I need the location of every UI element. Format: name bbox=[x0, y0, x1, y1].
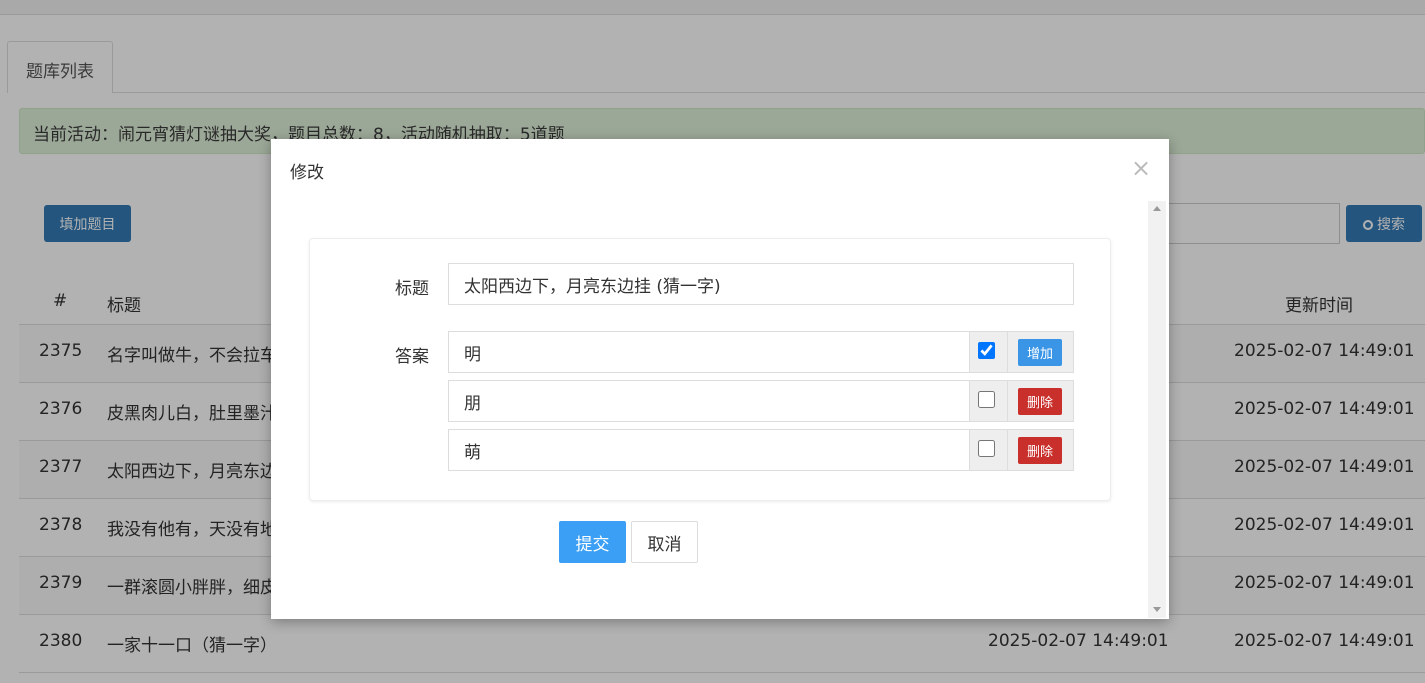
correct-answer-checkbox[interactable] bbox=[978, 342, 995, 359]
title-input[interactable] bbox=[448, 263, 1074, 305]
addon-divider bbox=[1007, 430, 1008, 470]
edit-form-panel: 标题 答案 增加 删除 删除 bbox=[309, 238, 1111, 501]
scroll-up-icon[interactable] bbox=[1153, 206, 1161, 211]
addon-divider bbox=[1007, 332, 1008, 372]
addon-divider bbox=[1007, 381, 1008, 421]
modal-title: 修改 bbox=[290, 163, 324, 183]
answer-input[interactable] bbox=[448, 331, 970, 373]
correct-answer-checkbox[interactable] bbox=[978, 440, 995, 457]
answer-input[interactable] bbox=[448, 380, 970, 422]
cancel-button[interactable]: 取消 bbox=[631, 521, 698, 563]
answer-input[interactable] bbox=[448, 429, 970, 471]
answer-addon: 删除 bbox=[970, 380, 1074, 422]
title-label: 标题 bbox=[395, 279, 429, 299]
close-icon[interactable]: × bbox=[1131, 156, 1151, 180]
submit-button[interactable]: 提交 bbox=[559, 521, 626, 563]
modal-scrollbar[interactable] bbox=[1148, 201, 1166, 618]
scroll-down-icon[interactable] bbox=[1153, 607, 1161, 612]
delete-answer-button[interactable]: 删除 bbox=[1018, 388, 1062, 415]
answer-addon: 增加 bbox=[970, 331, 1074, 373]
answer-label: 答案 bbox=[395, 347, 429, 367]
answer-addon: 删除 bbox=[970, 429, 1074, 471]
add-answer-button[interactable]: 增加 bbox=[1018, 339, 1062, 366]
delete-answer-button[interactable]: 删除 bbox=[1018, 437, 1062, 464]
correct-answer-checkbox[interactable] bbox=[978, 391, 995, 408]
edit-modal: 修改 × 标题 答案 增加 删除 删除 提交 取消 bbox=[271, 139, 1169, 619]
